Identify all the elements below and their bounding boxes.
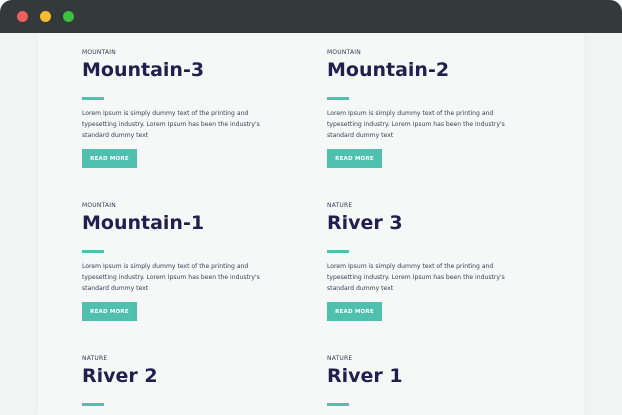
post-category: NATURE — [82, 355, 108, 362]
post-category: NATURE — [327, 202, 353, 209]
post-title[interactable]: River 3 — [327, 212, 403, 234]
post-category: MOUNTAIN — [82, 202, 116, 209]
browser-window: MOUNTAIN Mountain-3 Lorem Ipsum is simpl… — [0, 0, 622, 415]
post-description: Lorem Ipsum is simply dummy text of the … — [82, 263, 260, 292]
post-description: Lorem Ipsum is simply dummy text of the … — [327, 263, 505, 292]
post-card: NATURE River 1 — [327, 355, 537, 415]
title-underline — [327, 97, 349, 100]
post-description: Lorem Ipsum is simply dummy text of the … — [327, 110, 505, 139]
read-more-button[interactable]: READ MORE — [82, 302, 137, 321]
post-title[interactable]: Mountain-3 — [82, 59, 204, 81]
post-title[interactable]: Mountain-2 — [327, 59, 449, 81]
read-more-button[interactable]: READ MORE — [82, 149, 137, 168]
read-more-button[interactable]: READ MORE — [327, 149, 382, 168]
post-category: MOUNTAIN — [327, 49, 361, 56]
close-window-icon[interactable] — [17, 11, 28, 22]
title-underline — [82, 250, 104, 253]
minimize-window-icon[interactable] — [40, 11, 51, 22]
maximize-window-icon[interactable] — [63, 11, 74, 22]
window-titlebar — [0, 0, 622, 33]
post-description: Lorem Ipsum is simply dummy text of the … — [82, 110, 260, 139]
post-title[interactable]: Mountain-1 — [82, 212, 204, 234]
post-card: NATURE River 3 Lorem Ipsum is simply dum… — [327, 202, 537, 327]
post-category: MOUNTAIN — [82, 49, 116, 56]
title-underline — [82, 403, 104, 406]
title-underline — [327, 250, 349, 253]
read-more-button[interactable]: READ MORE — [327, 302, 382, 321]
post-category: NATURE — [327, 355, 353, 362]
post-card: MOUNTAIN Mountain-3 Lorem Ipsum is simpl… — [82, 49, 292, 174]
post-title[interactable]: River 2 — [82, 365, 158, 387]
blog-grid: MOUNTAIN Mountain-3 Lorem Ipsum is simpl… — [38, 33, 584, 415]
title-underline — [82, 97, 104, 100]
post-card: MOUNTAIN Mountain-1 Lorem Ipsum is simpl… — [82, 202, 292, 327]
title-underline — [327, 403, 349, 406]
post-card: NATURE River 2 — [82, 355, 292, 415]
post-title[interactable]: River 1 — [327, 365, 403, 387]
post-card: MOUNTAIN Mountain-2 Lorem Ipsum is simpl… — [327, 49, 537, 174]
